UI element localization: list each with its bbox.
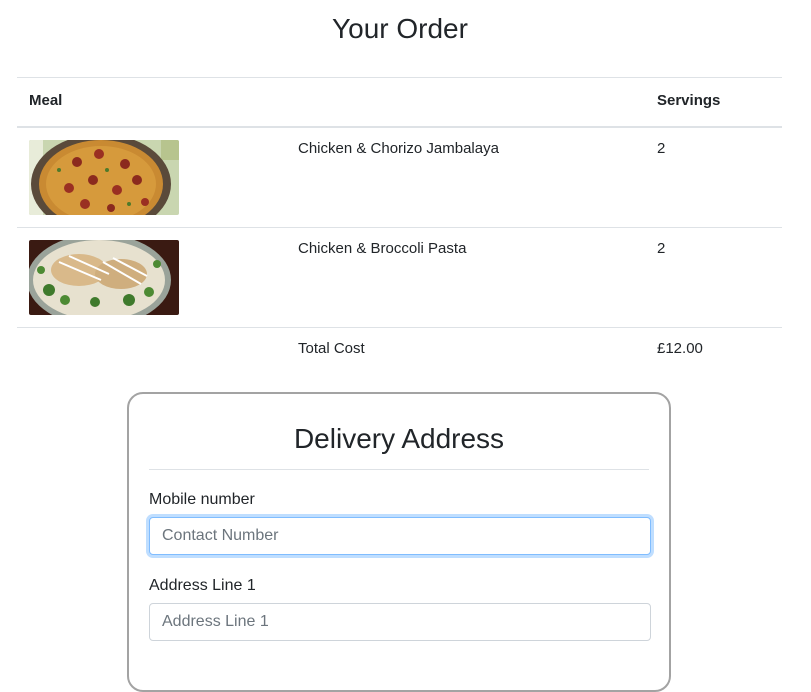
table-row: Chicken & Broccoli Pasta 2 [17, 227, 782, 328]
meal-name: Chicken & Chorizo Jambalaya [298, 140, 499, 157]
total-cost-value: £12.00 [645, 327, 782, 369]
mobile-number-input[interactable] [149, 517, 651, 555]
total-row: Total Cost £12.00 [17, 327, 782, 369]
divider [149, 469, 649, 470]
column-header-name [286, 77, 645, 128]
mobile-number-label: Mobile number [149, 491, 255, 508]
table-row: Chicken & Chorizo Jambalaya 2 [17, 127, 782, 228]
total-cost-label: Total Cost [286, 327, 645, 369]
address-line-1-label: Address Line 1 [149, 577, 256, 594]
meal-servings: 2 [657, 140, 666, 157]
column-header-servings: Servings [645, 77, 782, 128]
delivery-address-title: Delivery Address [293, 423, 505, 454]
meal-servings: 2 [645, 227, 782, 328]
meal-image-cell [17, 227, 286, 328]
pasta-image [29, 240, 179, 315]
order-table: Meal Servings Chicken & Chorizo Jambalay… [17, 77, 782, 369]
page-title: Your Order [332, 13, 468, 44]
address-line-1-input[interactable] [149, 603, 651, 641]
delivery-address-card: Delivery Address Mobile number Address L… [127, 392, 671, 692]
table-header-row: Meal Servings [17, 77, 782, 128]
jambalaya-image [29, 140, 179, 215]
meal-image-cell [17, 127, 286, 228]
column-header-meal: Meal [17, 77, 286, 128]
meal-name: Chicken & Broccoli Pasta [286, 227, 645, 328]
